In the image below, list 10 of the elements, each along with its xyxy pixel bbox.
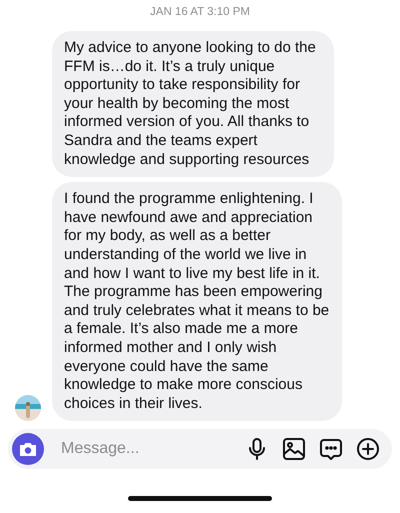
camera-button[interactable] <box>12 433 44 466</box>
avatar[interactable] <box>15 395 41 422</box>
timestamp: JAN 16 AT 3:10 PM <box>150 6 250 18</box>
chat-bubble-icon[interactable] <box>319 437 343 462</box>
message-bubble: My advice to anyone looking to do the FFM is…do it. It’s a truly unique opportunity to take responsibility for your health by becoming the most informed version of you. All thanks to Sandra and the teams expert knowledge and supporting resources <box>52 31 334 178</box>
image-icon[interactable] <box>282 437 306 462</box>
plus-icon[interactable] <box>356 437 380 462</box>
message-bubble: I found the programme enlightening. I have newfound awe and appreciation for my body, as well as a better understanding of the world we live in and how I want to live my best life in it. The programme has been empowering and truly celebrates what it means to be a female. It’s also made me a more informed mother and I only wish everyone could have the same knowledge to make more conscious choices in their lives. <box>52 182 342 422</box>
camera-icon <box>18 441 38 458</box>
message-input[interactable]: Message... <box>57 440 232 458</box>
